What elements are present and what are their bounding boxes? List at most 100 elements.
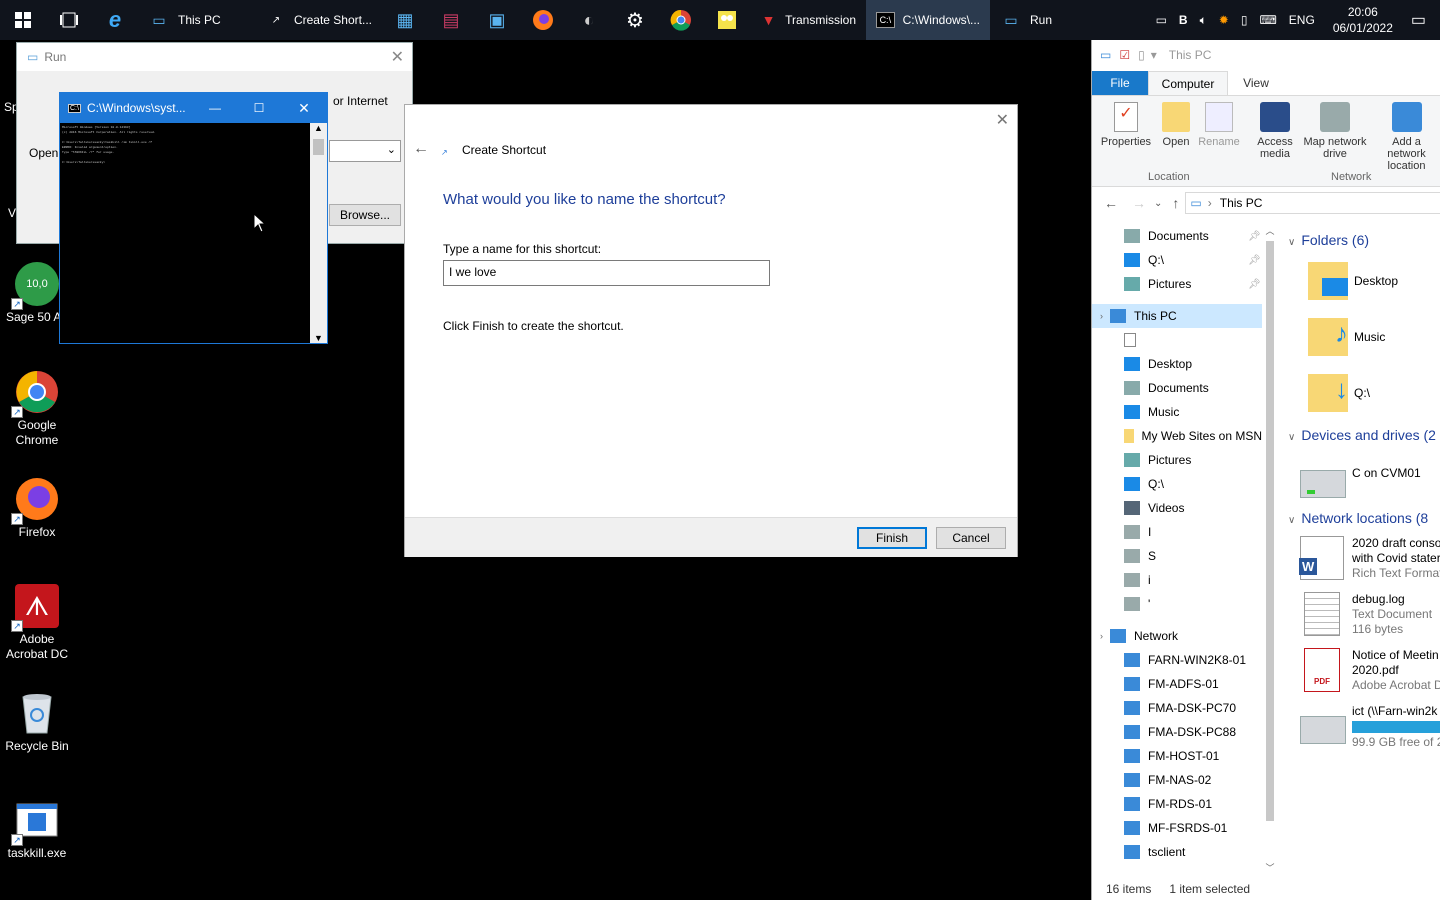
properties-qat-icon[interactable]: ☑ — [1119, 48, 1130, 62]
nav-item[interactable]: My Web Sites on MSN — [1092, 424, 1262, 448]
taskbar-this-pc[interactable]: ▭ This PC — [138, 0, 256, 40]
notifications-icon[interactable]: ▭ — [1411, 10, 1426, 30]
settings-gear-icon[interactable]: ⚙ — [612, 0, 658, 40]
browse-button[interactable]: Browse... — [329, 204, 401, 226]
tab-file[interactable]: File — [1092, 71, 1148, 95]
nav-item[interactable]: Pictures — [1092, 448, 1262, 472]
folder-item-desktop[interactable]: Desktop — [1308, 262, 1440, 300]
nav-item[interactable]: tsclient — [1092, 840, 1262, 864]
touch-keyboard-icon[interactable]: ⌨ — [1259, 13, 1276, 27]
scroll-up-icon[interactable]: ︿ — [1263, 224, 1277, 237]
desktop-icon-chrome[interactable]: ↗ Google Chrome — [0, 370, 74, 448]
update-icon[interactable]: ✹ — [1219, 13, 1229, 27]
chrome-icon[interactable] — [658, 0, 704, 40]
nav-item[interactable]: I — [1092, 520, 1262, 544]
nav-item[interactable]: Music — [1092, 400, 1262, 424]
control-panel-icon[interactable]: ▦ — [382, 0, 428, 40]
folder-item-music[interactable]: ♪ Music — [1308, 318, 1440, 356]
internet-explorer-icon[interactable]: e — [92, 0, 138, 40]
network-item-debug-log[interactable]: debug.log Text Document 116 bytes — [1300, 592, 1440, 637]
winrar-icon[interactable]: ▤ — [428, 0, 474, 40]
address-bar[interactable]: ▭ › This PC — [1185, 192, 1440, 214]
section-folders[interactable]: ∨ Folders (6) — [1288, 232, 1369, 248]
section-devices[interactable]: ∨ Devices and drives (2 — [1288, 427, 1436, 443]
back-arrow-icon[interactable]: ← — [1104, 195, 1118, 211]
pin-icon[interactable]: 📌︎ — [1248, 255, 1261, 266]
close-icon[interactable]: ✕ — [391, 47, 404, 67]
nav-item[interactable]: i — [1092, 568, 1262, 592]
properties-button[interactable]: ✓ Properties — [1098, 102, 1154, 148]
new-folder-qat-icon[interactable]: ▯ — [1138, 48, 1145, 62]
scroll-thumb[interactable] — [313, 139, 324, 155]
close-icon[interactable]: ✕ — [281, 100, 327, 117]
add-network-location-button[interactable]: Add a network location — [1372, 102, 1440, 172]
nav-item[interactable]: Q:\ 📌︎ — [1092, 248, 1262, 272]
finish-button[interactable]: Finish — [857, 527, 927, 549]
expand-chevron-icon[interactable]: › — [1100, 311, 1103, 321]
chevron-down-icon[interactable]: ▾ — [1151, 48, 1157, 62]
nav-item[interactable]: Desktop — [1092, 352, 1262, 376]
folder-item-q-drive[interactable]: ↓ Q:\ — [1308, 374, 1440, 412]
network-tray-icon[interactable]: ▭ — [1156, 13, 1167, 27]
nav-item[interactable]: Q:\ — [1092, 472, 1262, 496]
network-item-pdf[interactable]: PDF Notice of Meetin 2020.pdf Adobe Acro… — [1300, 648, 1440, 693]
nav-item[interactable]: Pictures 📌︎ — [1092, 272, 1262, 296]
drive-item-c[interactable]: C on CVM01 — [1300, 466, 1440, 498]
spongebob-icon[interactable] — [704, 0, 750, 40]
nav-item[interactable]: FM-NAS-02 — [1092, 768, 1262, 792]
tab-view[interactable]: View — [1228, 71, 1284, 95]
task-view-icon[interactable] — [46, 0, 92, 40]
cmd-scrollbar[interactable]: ▲ ▼ — [310, 123, 327, 343]
nav-item[interactable]: S — [1092, 544, 1262, 568]
nav-item[interactable]: FM-ADFS-01 — [1092, 672, 1262, 696]
nav-item[interactable]: FM-RDS-01 — [1092, 792, 1262, 816]
close-icon[interactable]: ✕ — [996, 110, 1009, 130]
cmd-title-bar[interactable]: C:\ C:\Windows\syst... — ☐ ✕ — [60, 93, 327, 123]
clock[interactable]: 20:06 06/01/2022 — [1333, 4, 1393, 36]
firefox-icon[interactable] — [520, 0, 566, 40]
nav-item[interactable]: › This PC — [1092, 304, 1262, 328]
nav-item[interactable]: Videos — [1092, 496, 1262, 520]
taskbar-create-shortcut[interactable]: ↗ Create Short... — [256, 0, 382, 40]
taskbar-cmd[interactable]: C:\ C:\Windows\... — [866, 0, 990, 40]
scroll-down-icon[interactable]: ▼ — [310, 333, 327, 343]
taskbar-run[interactable]: ▭ Run — [990, 0, 1080, 40]
maximize-icon[interactable]: ☐ — [237, 101, 281, 115]
nav-item[interactable]: Documents — [1092, 376, 1262, 400]
paint-icon[interactable]: ◐ — [566, 0, 612, 40]
pin-icon[interactable]: 📌︎ — [1248, 279, 1261, 290]
open-button[interactable]: Open — [1156, 102, 1196, 148]
nav-scrollbar[interactable]: ︿ ﹀ — [1263, 224, 1277, 874]
section-network-locations[interactable]: ∨ Network locations (8 — [1288, 510, 1428, 526]
network-item-rtf[interactable]: W 2020 draft conso with Covid stater Ric… — [1299, 536, 1440, 581]
nav-item[interactable]: Documents 📌︎ — [1092, 224, 1262, 248]
window-app-icon[interactable]: ▣ — [474, 0, 520, 40]
desktop-icon-firefox[interactable]: ↗ Firefox — [0, 477, 74, 540]
expand-chevron-icon[interactable]: › — [1100, 631, 1103, 641]
nav-item[interactable] — [1092, 328, 1262, 352]
language-indicator[interactable]: ENG — [1289, 13, 1315, 27]
nav-item[interactable]: FM-HOST-01 — [1092, 744, 1262, 768]
minimize-icon[interactable]: — — [193, 101, 237, 115]
shortcut-name-input[interactable]: I we love — [443, 260, 770, 286]
volume-icon[interactable]: 🔈︎ — [1200, 13, 1207, 28]
recent-locations-icon[interactable]: ⌄ — [1154, 198, 1162, 209]
nav-item[interactable]: › Network — [1092, 624, 1262, 648]
explorer-title-bar[interactable]: ▭ ☑ ▯ ▾ This PC — [1092, 40, 1440, 70]
scroll-thumb[interactable] — [1266, 241, 1274, 821]
run-title-bar[interactable]: ▭ Run ✕ — [17, 43, 412, 71]
nav-item[interactable]: MF-FSRDS-01 — [1092, 816, 1262, 840]
cancel-button[interactable]: Cancel — [936, 527, 1006, 549]
nav-item[interactable]: FMA-DSK-PC70 — [1092, 696, 1262, 720]
desktop-icon-recycle-bin[interactable]: Recycle Bin — [0, 691, 74, 754]
nav-item[interactable]: ' — [1092, 592, 1262, 616]
tab-computer[interactable]: Computer — [1148, 71, 1228, 95]
scroll-down-icon[interactable]: ﹀ — [1263, 861, 1277, 874]
nav-item[interactable]: FARN-WIN2K8-01 — [1092, 648, 1262, 672]
pin-icon[interactable]: 📌︎ — [1248, 231, 1261, 242]
run-open-dropdown[interactable]: ⌄ — [329, 140, 401, 162]
map-network-drive-button[interactable]: Map network drive — [1298, 102, 1372, 160]
battery-icon[interactable]: ▯ — [1241, 13, 1248, 27]
scroll-up-icon[interactable]: ▲ — [310, 123, 327, 137]
desktop-icon-acrobat[interactable]: ᗑ ↗ Adobe Acrobat DC — [0, 584, 74, 662]
